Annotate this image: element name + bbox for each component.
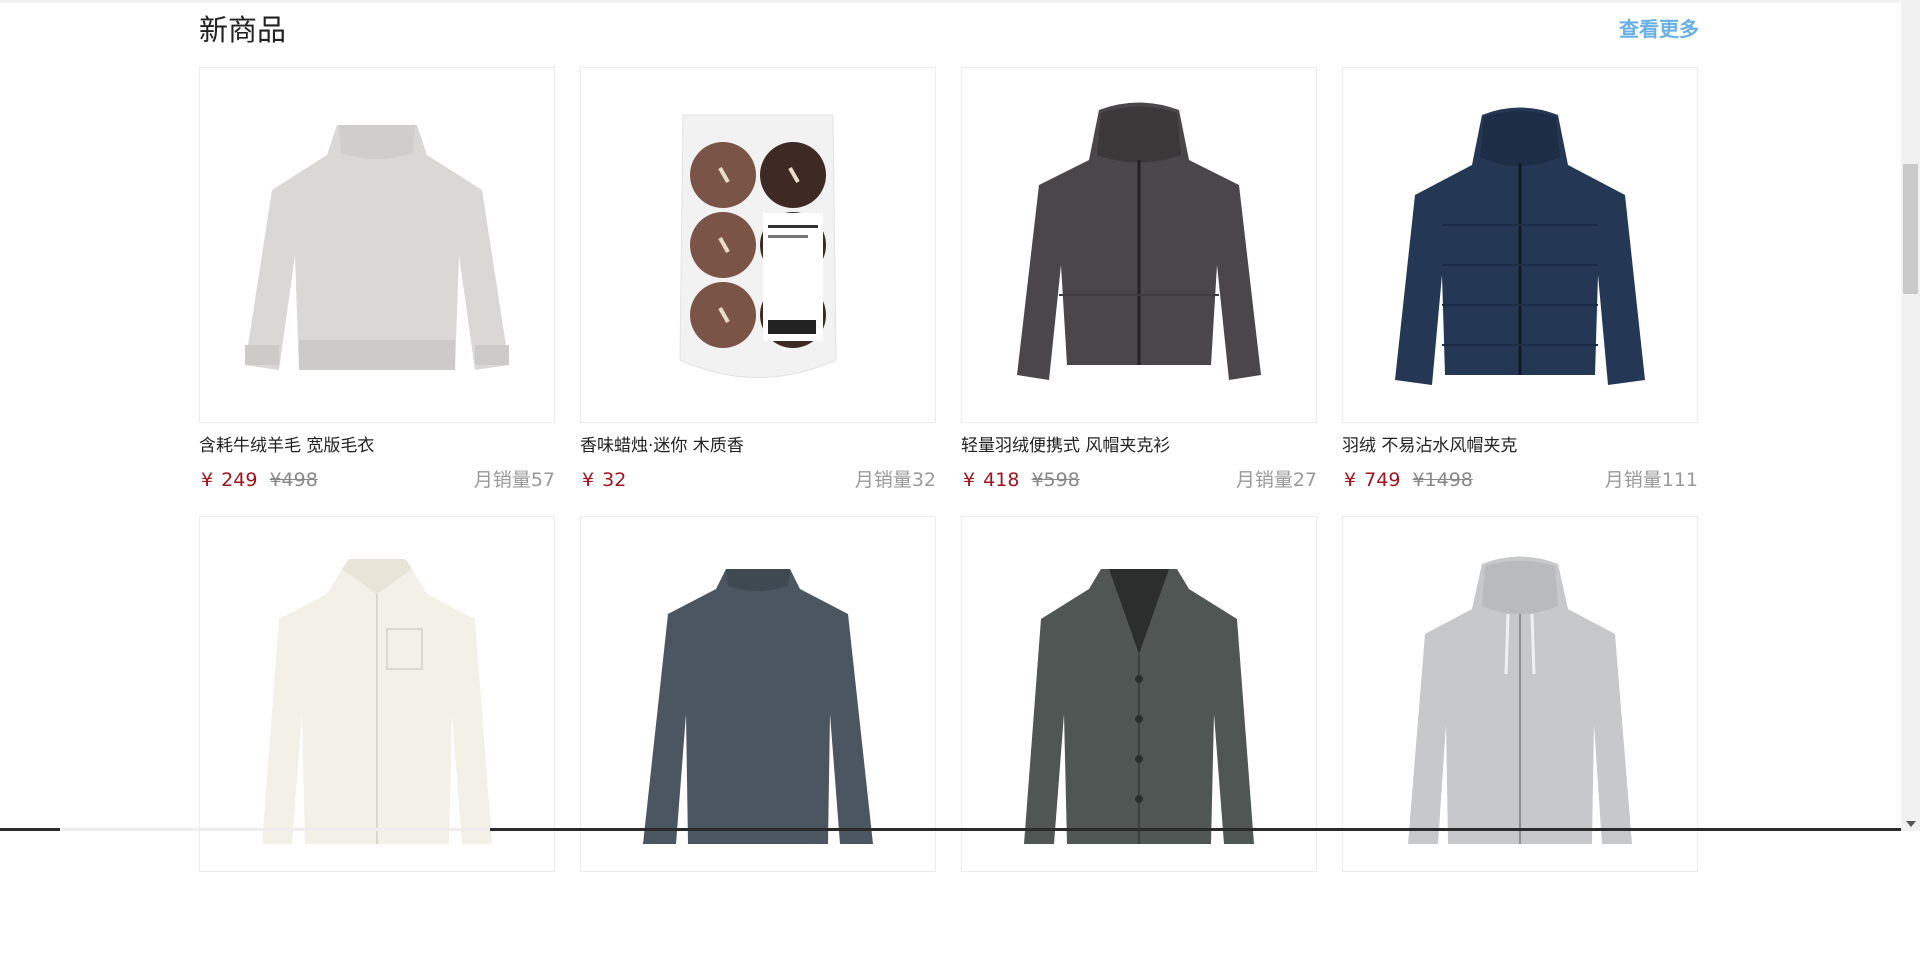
product-card[interactable] — [1342, 516, 1698, 965]
product-name[interactable]: 含耗牛绒羊毛 宽版毛衣 — [199, 435, 555, 457]
product-card[interactable] — [199, 516, 555, 965]
product-image[interactable] — [580, 67, 936, 423]
product-card[interactable] — [580, 516, 936, 965]
scrollbar-thumb[interactable] — [1903, 164, 1918, 294]
monthly-sales: 月销量57 — [474, 467, 555, 493]
section-header: 新商品 查看更多 — [199, 0, 1699, 60]
price-currency: ¥ — [1344, 469, 1356, 491]
product-card[interactable] — [961, 516, 1317, 965]
price-currency: ¥ — [963, 469, 975, 491]
product-name[interactable]: 羽绒 不易沾水风帽夹克 — [1342, 435, 1698, 457]
price-currency: ¥ — [201, 469, 213, 491]
product-card[interactable]: 含耗牛绒羊毛 宽版毛衣 ¥ 249 ¥498 月销量57 — [199, 67, 555, 516]
original-price: ¥1498 — [1412, 469, 1472, 491]
price-currency: ¥ — [582, 469, 594, 491]
product-name[interactable]: 轻量羽绒便携式 风帽夹克衫 — [961, 435, 1317, 457]
monthly-sales: 月销量32 — [855, 467, 936, 493]
vertical-scrollbar[interactable] — [1901, 0, 1920, 831]
down-jacket-image — [1370, 95, 1670, 395]
product-price: 749 — [1364, 469, 1400, 491]
original-price: ¥598 — [1031, 469, 1079, 491]
product-price: 32 — [602, 469, 626, 491]
product-image[interactable] — [961, 516, 1317, 872]
original-price: ¥498 — [269, 469, 317, 491]
scroll-down-arrow-icon[interactable] — [1906, 821, 1916, 827]
product-image[interactable] — [1342, 67, 1698, 423]
mockneck-sweater-image — [608, 544, 908, 844]
product-price: 249 — [221, 469, 257, 491]
product-image[interactable] — [961, 67, 1317, 423]
product-card[interactable]: 羽绒 不易沾水风帽夹克 ¥ 749 ¥1498 月销量111 — [1342, 67, 1698, 516]
zip-hoodie-image — [1370, 544, 1670, 844]
monthly-sales: 月销量27 — [1236, 467, 1317, 493]
view-more-link[interactable]: 查看更多 — [1619, 14, 1699, 44]
hooded-jacket-image — [989, 95, 1289, 395]
product-image[interactable] — [199, 67, 555, 423]
price-row: ¥ 32 月销量32 — [580, 467, 936, 493]
product-image[interactable] — [580, 516, 936, 872]
product-card[interactable]: 香味蜡烛·迷你 木质香 ¥ 32 月销量32 — [580, 67, 936, 516]
cardigan-image — [989, 544, 1289, 844]
sweater-image — [227, 95, 527, 395]
product-card[interactable]: 轻量羽绒便携式 风帽夹克衫 ¥ 418 ¥598 月销量27 — [961, 67, 1317, 516]
product-image[interactable] — [1342, 516, 1698, 872]
product-price: 418 — [983, 469, 1019, 491]
candle-pack-image — [608, 95, 908, 395]
section-title: 新商品 — [199, 10, 286, 50]
price-row: ¥ 749 ¥1498 月销量111 — [1342, 467, 1698, 493]
monthly-sales: 月销量111 — [1605, 467, 1698, 493]
price-row: ¥ 418 ¥598 月销量27 — [961, 467, 1317, 493]
white-shirt-image — [227, 544, 527, 844]
product-name[interactable]: 香味蜡烛·迷你 木质香 — [580, 435, 936, 457]
product-image[interactable] — [199, 516, 555, 872]
price-row: ¥ 249 ¥498 月销量57 — [199, 467, 555, 493]
